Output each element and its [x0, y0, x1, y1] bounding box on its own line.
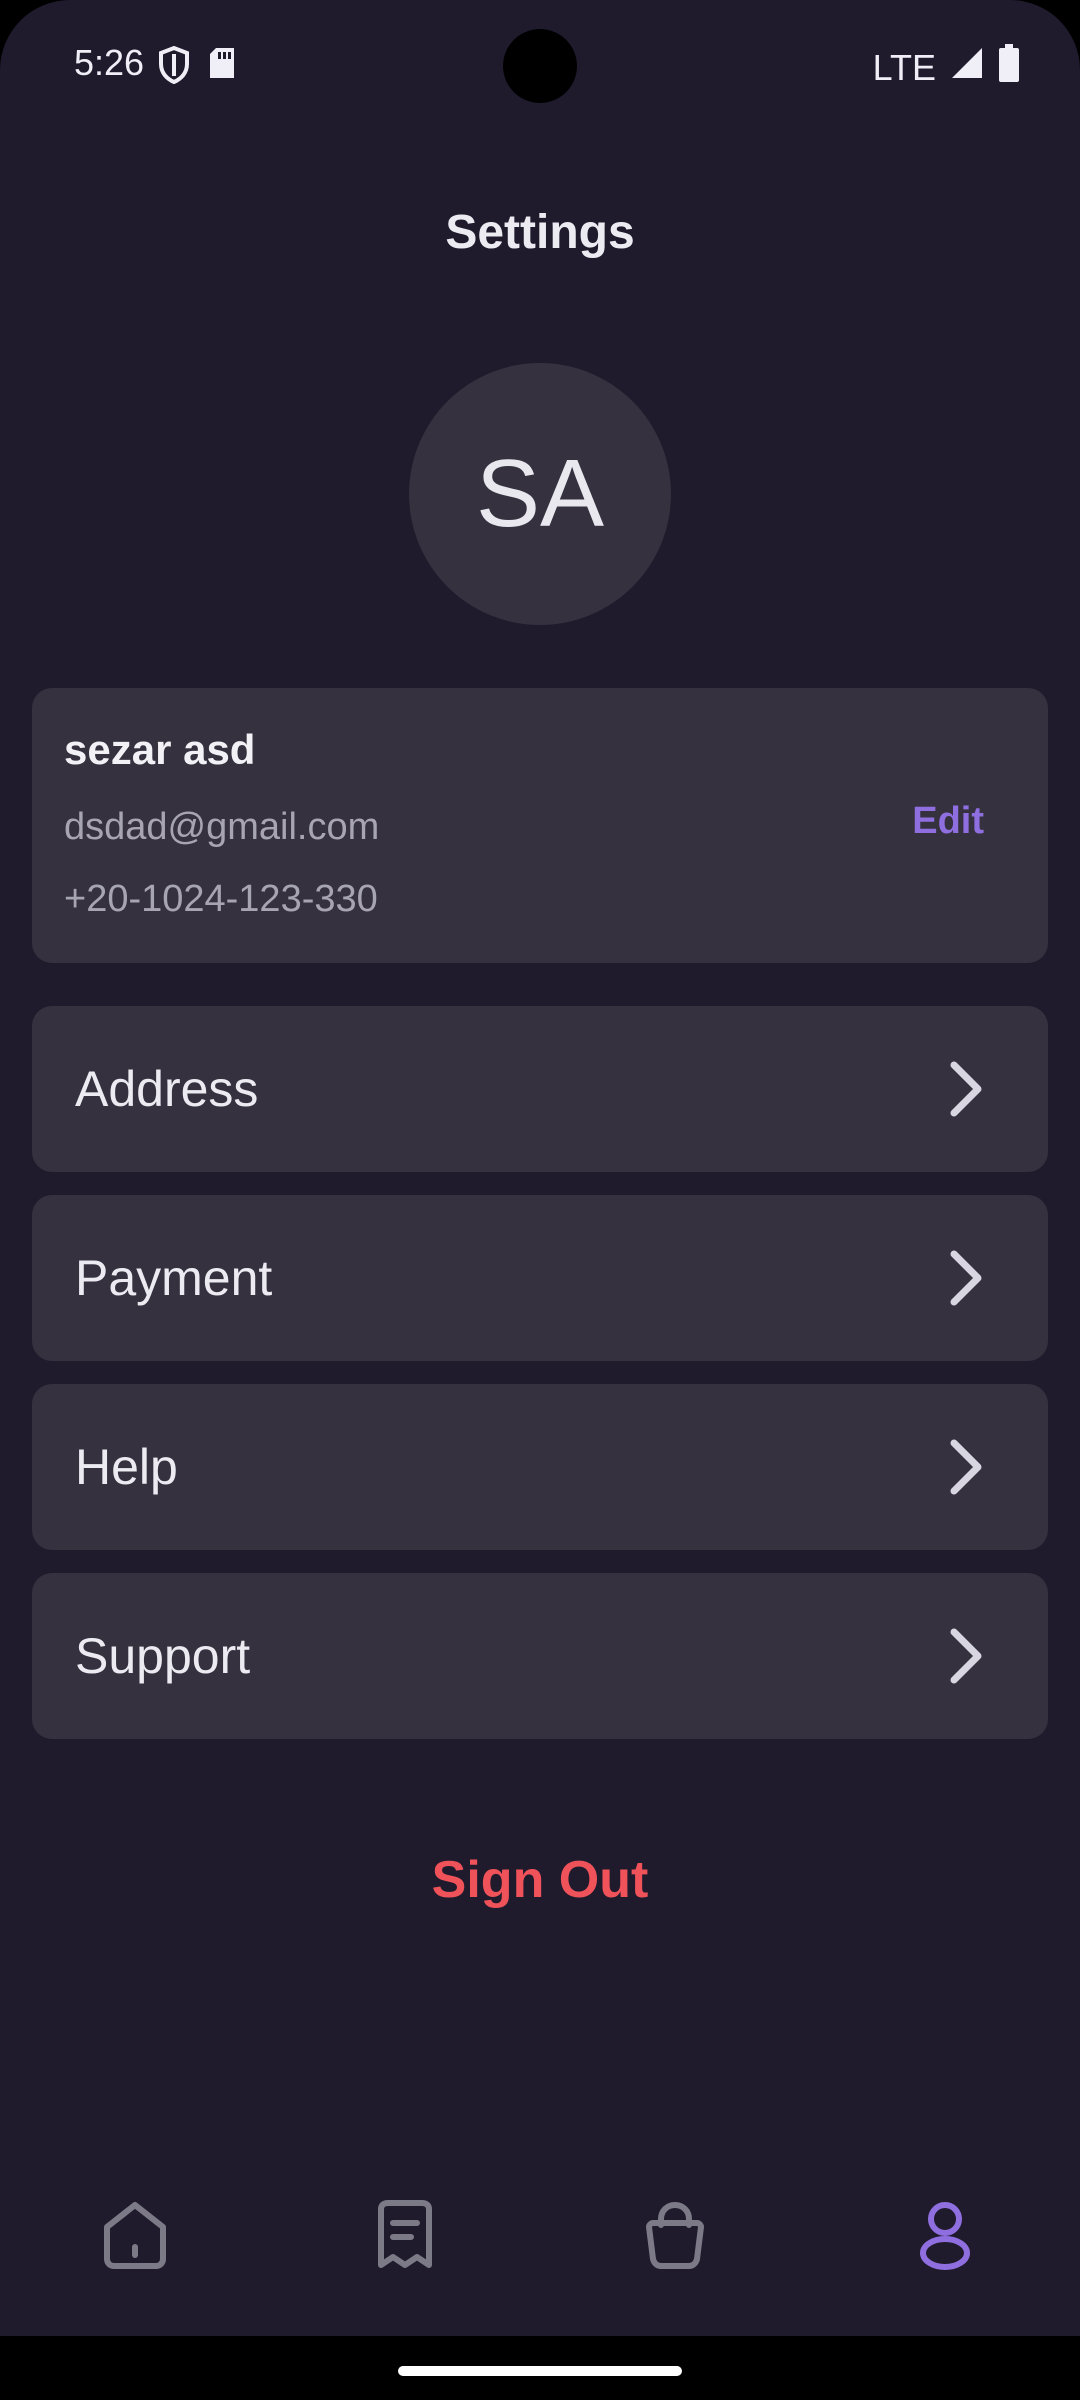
- status-bar: 5:26 LTE: [0, 0, 1080, 130]
- shopping-bag-icon: [635, 2201, 715, 2279]
- status-right: LTE: [873, 44, 1020, 91]
- bottom-nav: [0, 2160, 1080, 2310]
- chevron-right-icon: [946, 1059, 986, 1119]
- home-icon: [95, 2202, 175, 2279]
- status-time: 5:26: [74, 42, 145, 83]
- profile-name: sezar asd: [64, 726, 256, 773]
- profile-phone: +20-1024-123-330: [64, 878, 378, 920]
- network-type: LTE: [872, 46, 936, 88]
- settings-screen: 5:26 LTE Settings SA sezar asd dsdad@gma…: [0, 0, 1080, 2336]
- menu-item-label: Payment: [75, 1250, 273, 1306]
- sd-card-icon: [208, 46, 236, 88]
- menu-item-payment[interactable]: Payment: [32, 1195, 1048, 1361]
- home-indicator[interactable]: [398, 2366, 682, 2376]
- signal-icon: [950, 46, 984, 89]
- nav-cart[interactable]: [635, 2195, 715, 2275]
- menu-item-help[interactable]: Help: [32, 1384, 1048, 1550]
- nav-profile[interactable]: [905, 2195, 985, 2275]
- chevron-right-icon: [946, 1626, 986, 1686]
- status-left-icons: [158, 45, 236, 88]
- menu-item-support[interactable]: Support: [32, 1573, 1048, 1739]
- nav-orders[interactable]: [365, 2195, 445, 2275]
- menu-item-label: Support: [75, 1628, 251, 1684]
- menu-item-label: Address: [75, 1061, 259, 1117]
- chevron-right-icon: [946, 1437, 986, 1497]
- menu-item-address[interactable]: Address: [32, 1006, 1048, 1172]
- avatar: SA: [409, 363, 671, 625]
- page-title: Settings: [445, 206, 635, 259]
- profile-card: sezar asd dsdad@gmail.com +20-1024-123-3…: [32, 688, 1048, 963]
- sign-out-button[interactable]: Sign Out: [0, 1850, 1080, 1910]
- chevron-right-icon: [946, 1248, 986, 1308]
- battery-icon: [998, 44, 1020, 91]
- shield-icon: [158, 45, 190, 88]
- profile-icon: [905, 2202, 985, 2279]
- receipt-icon: [365, 2200, 445, 2279]
- edit-profile-button[interactable]: Edit: [912, 800, 984, 843]
- menu-item-label: Help: [75, 1439, 178, 1495]
- nav-home[interactable]: [95, 2195, 175, 2275]
- profile-email: dsdad@gmail.com: [64, 806, 380, 848]
- camera-cutout: [503, 29, 577, 103]
